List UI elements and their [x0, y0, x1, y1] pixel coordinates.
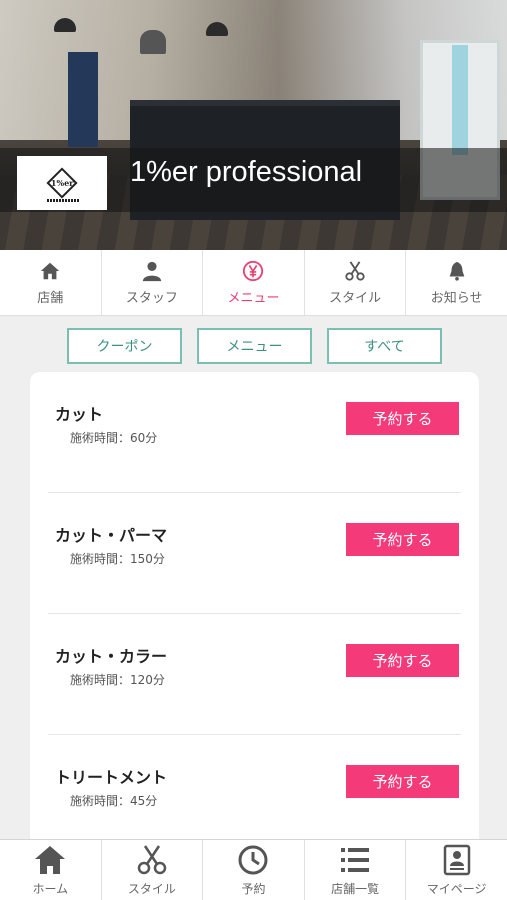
- reserve-button[interactable]: 予約する: [346, 765, 459, 798]
- tab-news[interactable]: お知らせ: [406, 250, 507, 315]
- tab-label: 店舗一覧: [331, 882, 380, 896]
- tab-label: ホーム: [32, 882, 69, 896]
- list-icon: [341, 848, 370, 872]
- scissors-icon: [137, 845, 167, 875]
- hero-banner: [68, 52, 98, 147]
- home-icon: [35, 846, 66, 874]
- menu-item-name: トリートメント: [55, 768, 168, 787]
- menu-item-name: カット: [55, 405, 104, 424]
- reserve-button[interactable]: 予約する: [346, 644, 459, 677]
- scissors-icon: [345, 260, 365, 281]
- menu-item-duration: 施術時間：45分: [70, 794, 158, 808]
- tab-staff[interactable]: スタッフ: [102, 250, 204, 315]
- profile-card-icon: [443, 844, 470, 876]
- tab-reservation[interactable]: 予約: [203, 840, 305, 900]
- tab-label: スタッフ: [125, 290, 178, 306]
- menu-item-name: カット・カラー: [55, 647, 168, 666]
- tab-shop-list[interactable]: 店舗一覧: [305, 840, 407, 900]
- menu-item-duration: 施術時間：120分: [70, 673, 165, 687]
- tab-style[interactable]: スタイル: [102, 840, 204, 900]
- tab-style[interactable]: スタイル: [305, 250, 407, 315]
- menu-filter-group: クーポン メニュー すべて: [0, 328, 507, 364]
- shop-logo: 1%er: [17, 156, 107, 210]
- clock-icon: [238, 845, 268, 875]
- menu-item: カット 施術時間：60分 予約する: [30, 372, 479, 493]
- reserve-button[interactable]: 予約する: [346, 402, 459, 435]
- tab-label: スタイル: [329, 290, 382, 306]
- tab-label: お知らせ: [430, 290, 483, 306]
- filter-all-button[interactable]: すべて: [327, 328, 442, 364]
- tab-label: メニュー: [227, 290, 280, 306]
- tab-home[interactable]: ホーム: [0, 840, 102, 900]
- tab-label: 店舗: [37, 290, 64, 306]
- pendant-lamp-icon: [140, 30, 166, 54]
- person-icon: [142, 261, 162, 281]
- bottom-tab-bar: ホーム スタイル 予約 店舗一覧 マイページ: [0, 839, 507, 900]
- menu-item: カット・パーマ 施術時間：150分 予約する: [30, 493, 479, 614]
- tab-mypage[interactable]: マイページ: [406, 840, 507, 900]
- hero-image: [0, 0, 507, 250]
- menu-item-duration: 施術時間：60分: [70, 431, 158, 445]
- menu-item: トリートメント 施術時間：45分 予約する: [30, 735, 479, 856]
- shop-logo-text: 1%er: [50, 178, 74, 189]
- menu-item-name: カット・パーマ: [55, 526, 168, 545]
- reserve-button[interactable]: 予約する: [346, 523, 459, 556]
- tab-menu[interactable]: メニュー: [203, 250, 305, 315]
- tab-shop[interactable]: 店舗: [0, 250, 102, 315]
- filter-coupon-button[interactable]: クーポン: [67, 328, 182, 364]
- hero-door-glass: [452, 45, 468, 155]
- tab-label: 予約: [241, 882, 266, 896]
- tab-label: マイページ: [426, 882, 487, 896]
- shop-name: 1%er professional: [130, 156, 363, 188]
- menu-list-card: カット 施術時間：60分 予約する カット・パーマ 施術時間：150分 予約する…: [30, 372, 479, 852]
- tab-label: スタイル: [127, 882, 176, 896]
- yen-icon: [243, 260, 264, 281]
- menu-item: カット・カラー 施術時間：120分 予約する: [30, 614, 479, 735]
- menu-item-duration: 施術時間：150分: [70, 552, 165, 566]
- bell-icon: [449, 261, 465, 281]
- shop-tab-bar: 店舗 スタッフ メニュー スタイル お知らせ: [0, 250, 507, 316]
- home-icon: [41, 262, 60, 279]
- filter-menu-button[interactable]: メニュー: [197, 328, 312, 364]
